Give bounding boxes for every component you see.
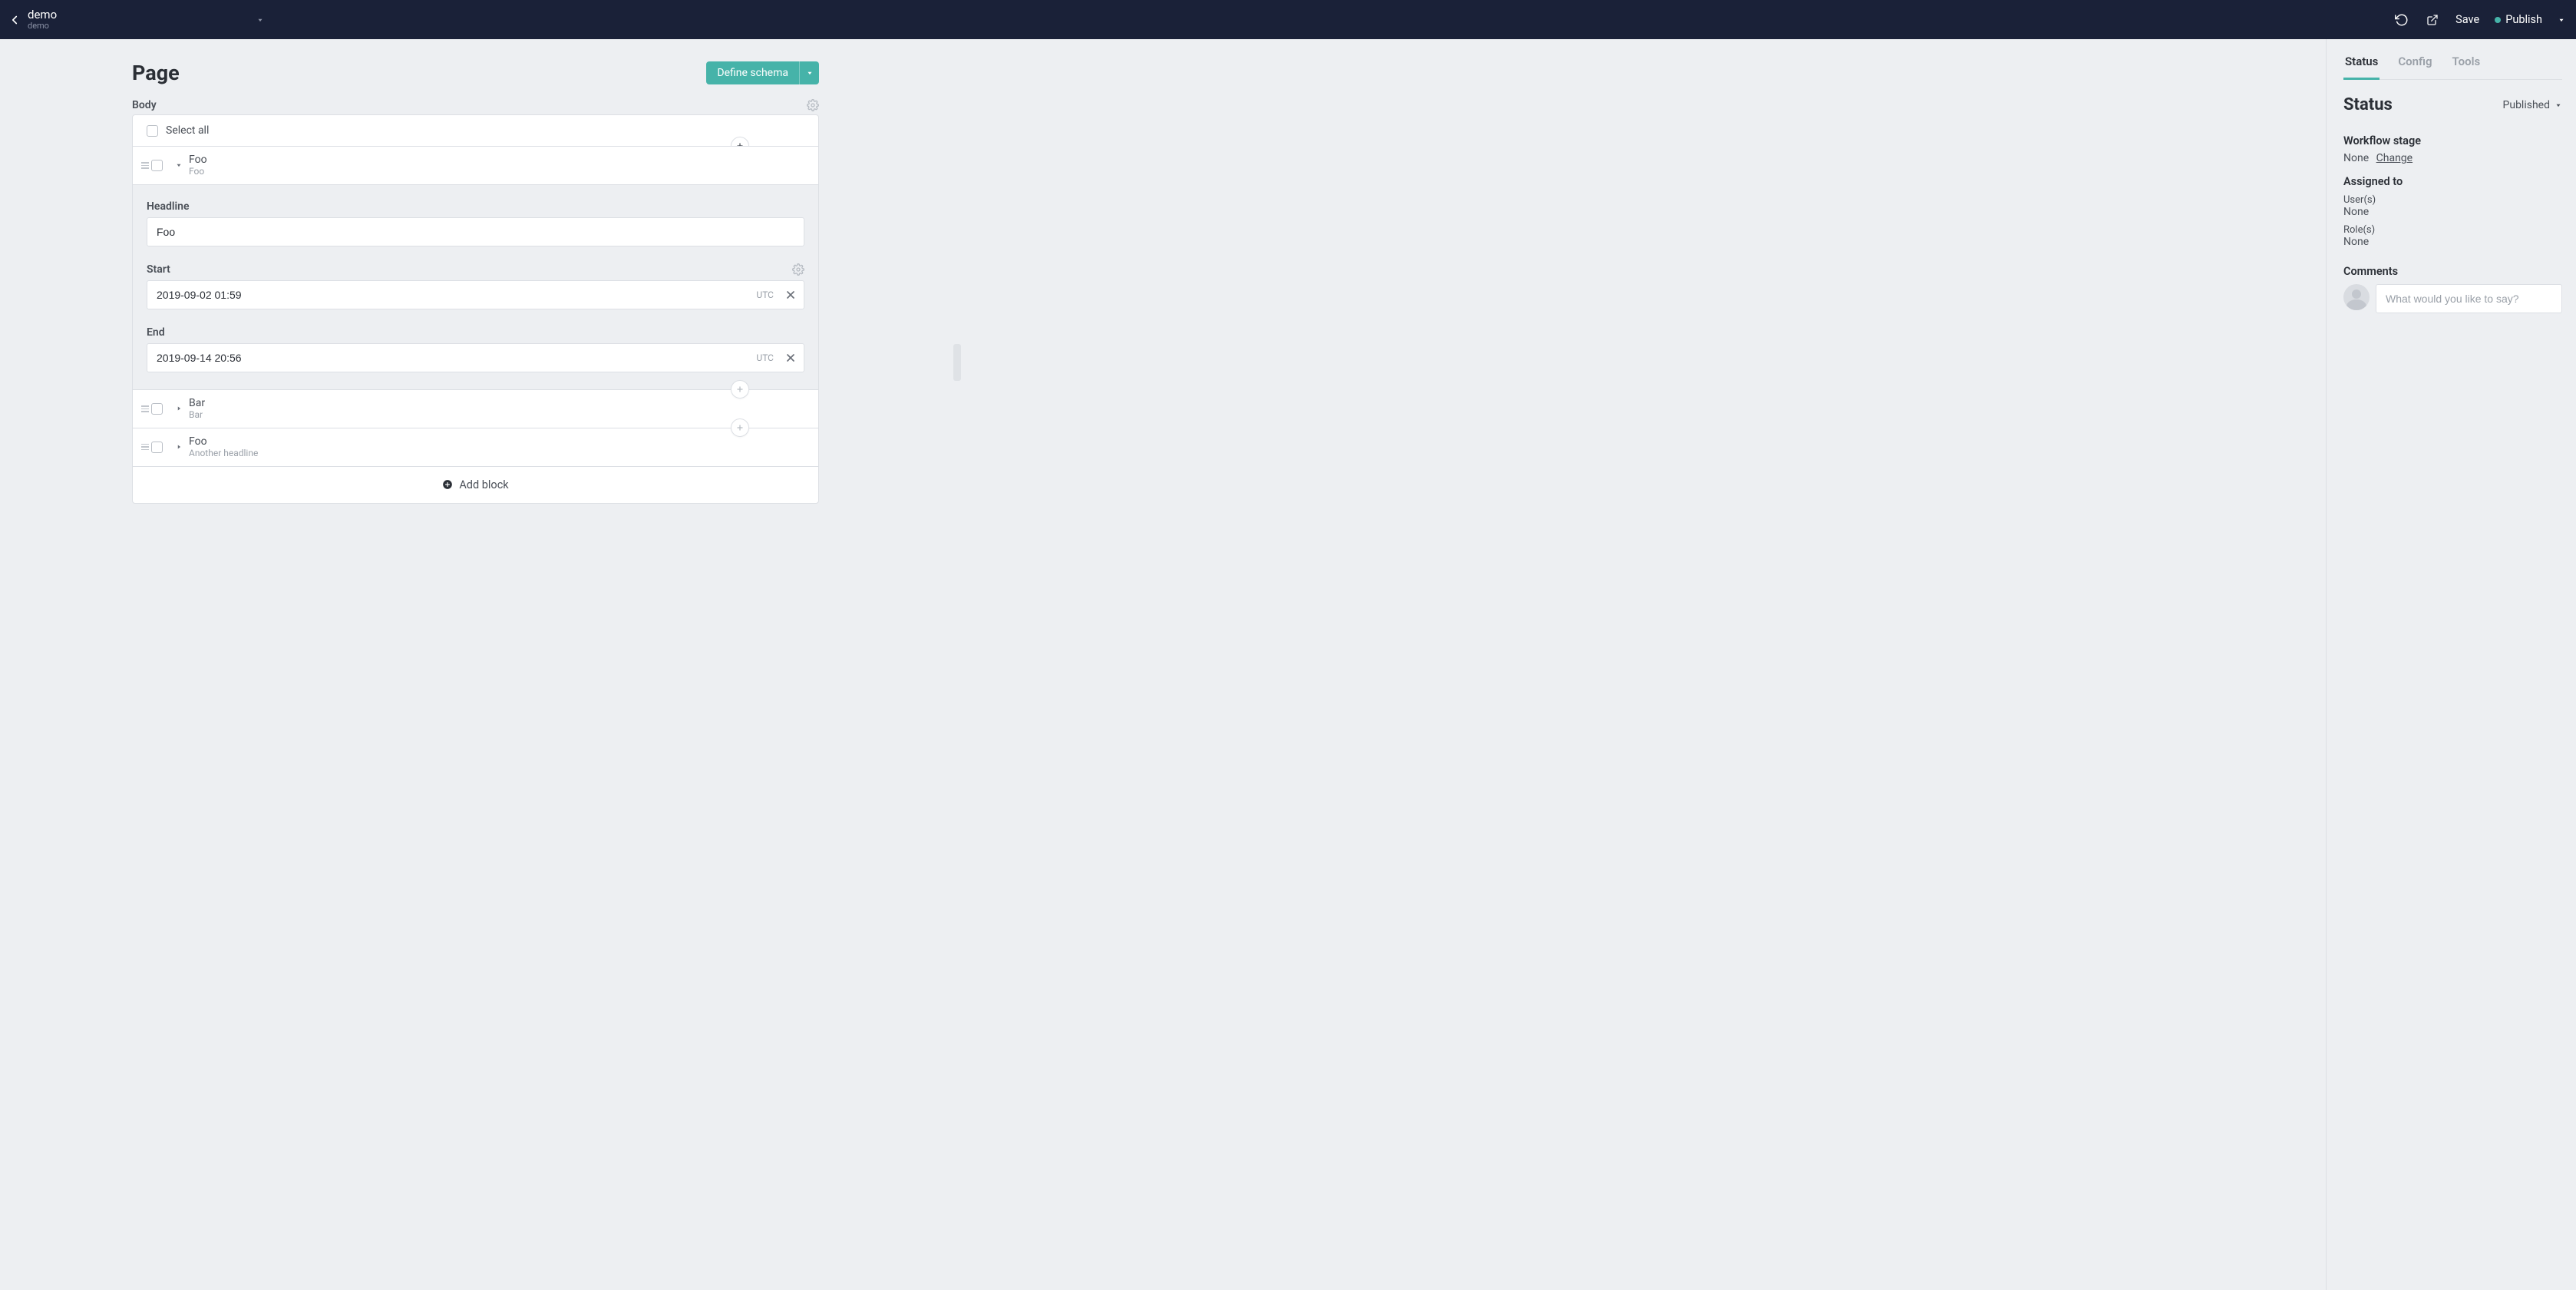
block-checkbox[interactable] — [151, 160, 163, 171]
publish-state-dropdown[interactable]: Published — [2503, 99, 2562, 111]
block-title: Foo — [189, 154, 207, 166]
block-summary: Another headline — [189, 448, 258, 459]
define-schema-button[interactable]: Define schema — [706, 61, 799, 84]
nav-title: demo — [28, 8, 57, 22]
block-header[interactable]: Foo Another headline — [133, 428, 818, 466]
select-all-checkbox[interactable] — [147, 125, 158, 137]
revert-icon[interactable] — [2393, 11, 2411, 29]
block-summary: Bar — [189, 410, 205, 421]
drag-handle-icon[interactable] — [140, 444, 150, 451]
panel-resize-handle[interactable] — [953, 344, 961, 381]
select-all-label: Select all — [166, 124, 209, 137]
select-all-row: Select all — [133, 115, 818, 146]
block-checkbox[interactable] — [151, 442, 163, 453]
body-card: Select all Foo Foo — [132, 114, 819, 504]
comments-label: Comments — [2343, 265, 2562, 278]
chevron-down-icon — [2555, 101, 2562, 109]
roles-value: None — [2343, 236, 2562, 248]
drag-handle-icon[interactable] — [140, 405, 150, 412]
headline-input[interactable] — [147, 217, 804, 246]
avatar — [2343, 284, 2370, 310]
status-heading: Status — [2343, 95, 2503, 114]
tab-status[interactable]: Status — [2343, 55, 2379, 80]
users-value: None — [2343, 206, 2562, 218]
tab-tools[interactable]: Tools — [2451, 55, 2482, 80]
expand-icon[interactable] — [173, 443, 184, 451]
start-input[interactable] — [147, 280, 804, 309]
start-label: Start — [147, 263, 792, 276]
save-button[interactable]: Save — [2455, 13, 2479, 26]
top-bar: demo demo Save Publish — [0, 0, 2576, 39]
block-title: Foo — [189, 435, 258, 448]
define-schema-dropdown[interactable] — [799, 61, 819, 84]
add-block-bubble[interactable] — [731, 418, 749, 437]
nav-dropdown-icon[interactable] — [256, 16, 264, 24]
collapse-icon[interactable] — [173, 161, 184, 169]
back-icon[interactable] — [6, 12, 23, 28]
comment-input[interactable] — [2376, 284, 2562, 313]
start-clear-icon[interactable] — [784, 289, 797, 301]
tab-config[interactable]: Config — [2396, 55, 2433, 80]
block-title: Bar — [189, 397, 205, 409]
block-body: Headline Start UTC — [133, 184, 818, 389]
block-summary: Foo — [189, 167, 207, 177]
publish-dropdown-icon[interactable] — [2558, 16, 2565, 24]
start-settings-icon[interactable] — [792, 263, 804, 276]
block-checkbox[interactable] — [151, 403, 163, 415]
roles-label: Role(s) — [2343, 224, 2562, 236]
publish-status-dot — [2495, 17, 2501, 23]
end-input[interactable] — [147, 343, 804, 372]
headline-label: Headline — [147, 200, 804, 213]
add-block-button[interactable]: Add block — [133, 466, 818, 503]
side-panel: Status Config Tools Status Published Wor… — [2326, 39, 2576, 1290]
add-block-bubble[interactable] — [731, 380, 749, 399]
workflow-stage-label: Workflow stage — [2343, 134, 2562, 147]
plus-circle-icon — [442, 479, 453, 490]
nav-subtitle: demo — [28, 22, 57, 31]
open-external-icon[interactable] — [2423, 11, 2442, 29]
end-label: End — [147, 326, 804, 339]
end-clear-icon[interactable] — [784, 352, 797, 364]
block-header[interactable]: Foo Foo — [133, 146, 818, 184]
drag-handle-icon[interactable] — [140, 162, 150, 169]
block-header[interactable]: Bar Bar — [133, 389, 818, 428]
add-block-label: Add block — [459, 478, 508, 491]
main-panel: Page Define schema Body Select all — [0, 39, 2326, 1290]
assigned-to-label: Assigned to — [2343, 175, 2562, 188]
change-workflow-link[interactable]: Change — [2376, 152, 2413, 164]
nav-titles: demo demo — [28, 8, 57, 31]
workflow-stage-value: None — [2343, 152, 2369, 164]
page-title: Page — [132, 61, 706, 85]
expand-icon[interactable] — [173, 405, 184, 412]
body-label: Body — [132, 99, 807, 111]
body-settings-icon[interactable] — [807, 99, 819, 111]
users-label: User(s) — [2343, 194, 2562, 206]
publish-button[interactable]: Publish — [2495, 13, 2542, 26]
